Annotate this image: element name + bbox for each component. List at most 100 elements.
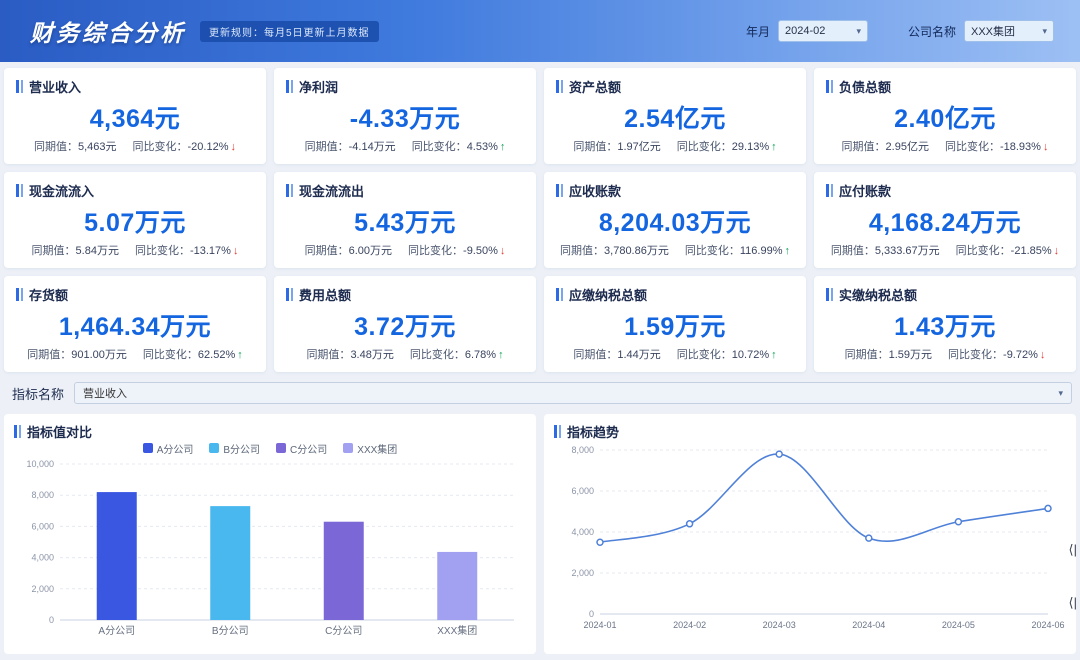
kpi-card: 净利润 -4.33万元 同期值：-4.14万元 同比变化：4.53%↑	[274, 68, 536, 164]
legend-item[interactable]: C分公司	[276, 441, 327, 456]
svg-text:0: 0	[589, 609, 594, 619]
panel-collapse-left-icon[interactable]: ⟨|	[1069, 543, 1077, 556]
chevron-down-icon: ▾	[1058, 388, 1063, 399]
kpi-prev-label: 同期值：	[560, 245, 604, 257]
trend-arrow-icon: ↓	[1054, 245, 1060, 257]
kpi-footer: 同期值：2.95亿元 同比变化：-18.93%↓	[826, 138, 1064, 154]
month-select-value: 2024-02	[785, 25, 825, 37]
svg-text:XXX集团: XXX集团	[437, 624, 477, 637]
bar-chart-svg[interactable]: 02,0004,0006,0008,00010,000A分公司B分公司C分公司X…	[14, 456, 526, 644]
kpi-title-row: 应收账款	[556, 181, 794, 200]
kpi-yoy-value: -9.72%	[1003, 349, 1038, 361]
kpi-footer: 同期值：3.48万元 同比变化：6.78%↑	[286, 346, 524, 362]
svg-text:C分公司: C分公司	[325, 625, 362, 637]
kpi-prev-value: 3,780.86万元	[604, 245, 669, 257]
svg-text:4,000: 4,000	[31, 553, 54, 563]
legend-item[interactable]: B分公司	[209, 441, 260, 456]
trend-arrow-icon: ↓	[231, 141, 237, 153]
chevron-down-icon: ▾	[1042, 26, 1047, 37]
kpi-footer: 同期值：5,333.67万元 同比变化：-21.85%↓	[826, 242, 1064, 258]
kpi-card: 应收账款 8,204.03万元 同期值：3,780.86万元 同比变化：116.…	[544, 172, 806, 268]
kpi-yoy-value: -20.12%	[188, 141, 229, 153]
trend-arrow-icon: ↑	[500, 141, 506, 153]
kpi-value: 8,204.03万元	[556, 203, 794, 239]
data-point-2024-02[interactable]	[687, 521, 693, 527]
line-chart-panel: 指标趋势 02,0004,0006,0008,0002024-012024-02…	[544, 414, 1076, 654]
trend-arrow-icon: ↓	[1040, 349, 1046, 361]
bar-XXX集团[interactable]	[437, 552, 477, 620]
kpi-value: 4,364元	[16, 99, 254, 135]
kpi-prev-label: 同期值：	[845, 349, 889, 361]
kpi-value: 5.07万元	[16, 203, 254, 239]
title-accent-bars-icon	[826, 80, 833, 93]
svg-text:2024-06: 2024-06	[1031, 620, 1064, 630]
kpi-yoy-value: 116.99%	[740, 245, 783, 257]
legend-item[interactable]: A分公司	[143, 441, 194, 456]
indicator-label: 指标名称	[12, 384, 64, 403]
kpi-title-row: 营业收入	[16, 77, 254, 96]
bar-chart-panel: 指标值对比 A分公司B分公司C分公司XXX集团 02,0004,0006,000…	[4, 414, 536, 654]
kpi-card: 营业收入 4,364元 同期值：5,463元 同比变化：-20.12%↓	[4, 68, 266, 164]
kpi-yoy: 同比变化：62.52%↑	[143, 346, 243, 362]
svg-text:10,000: 10,000	[26, 459, 54, 469]
kpi-title-row: 资产总额	[556, 77, 794, 96]
kpi-yoy: 同比变化：6.78%↑	[410, 346, 504, 362]
svg-text:4,000: 4,000	[571, 527, 594, 537]
kpi-footer: 同期值：6.00万元 同比变化：-9.50%↓	[286, 242, 524, 258]
company-select[interactable]: XXX集团 ▾	[964, 20, 1054, 42]
kpi-yoy-value: -9.50%	[463, 245, 498, 257]
panel-collapse-left-icon[interactable]: ⟨|	[1069, 596, 1077, 609]
kpi-footer: 同期值：1.44万元 同比变化：10.72%↑	[556, 346, 794, 362]
month-select[interactable]: 2024-02 ▾	[778, 20, 868, 42]
kpi-yoy-label: 同比变化：	[956, 245, 1011, 257]
data-point-2024-04[interactable]	[866, 535, 872, 541]
kpi-yoy-label: 同比变化：	[143, 349, 198, 361]
kpi-prev-label: 同期值：	[573, 349, 617, 361]
kpi-title-row: 现金流流入	[16, 181, 254, 200]
kpi-card: 应付账款 4,168.24万元 同期值：5,333.67万元 同比变化：-21.…	[814, 172, 1076, 268]
trend-arrow-icon: ↑	[498, 349, 504, 361]
kpi-prev-label: 同期值：	[306, 349, 350, 361]
data-point-2024-05[interactable]	[955, 519, 961, 525]
bar-A分公司[interactable]	[97, 492, 137, 620]
kpi-yoy-label: 同比变化：	[677, 141, 732, 153]
kpi-yoy: 同比变化：-21.85%↓	[956, 242, 1059, 258]
kpi-prev-label: 同期值：	[573, 141, 617, 153]
legend-item[interactable]: XXX集团	[343, 441, 397, 456]
svg-text:2024-04: 2024-04	[852, 620, 885, 630]
bar-C分公司[interactable]	[324, 522, 364, 620]
kpi-prev-value: 3.48万元	[350, 349, 393, 361]
kpi-title: 实缴纳税总额	[839, 285, 917, 304]
kpi-title: 资产总额	[569, 77, 621, 96]
bar-chart-title: 指标值对比	[27, 422, 92, 441]
kpi-title-row: 费用总额	[286, 285, 524, 304]
line-chart-svg[interactable]: 02,0004,0006,0008,0002024-012024-022024-…	[554, 440, 1066, 640]
kpi-prev-value: 901.00万元	[71, 349, 127, 361]
kpi-yoy-value: 4.53%	[467, 141, 498, 153]
kpi-prev: 同期值：-4.14万元	[305, 138, 396, 154]
kpi-yoy: 同比变化：116.99%↑	[685, 242, 790, 258]
kpi-value: 2.40亿元	[826, 99, 1064, 135]
kpi-card: 现金流流入 5.07万元 同期值：5.84万元 同比变化：-13.17%↓	[4, 172, 266, 268]
kpi-prev-value: 1.59万元	[889, 349, 932, 361]
svg-text:2,000: 2,000	[31, 584, 54, 594]
kpi-title: 应缴纳税总额	[569, 285, 647, 304]
kpi-prev: 同期值：1.44万元	[573, 346, 660, 362]
data-point-2024-06[interactable]	[1045, 505, 1051, 511]
kpi-prev: 同期值：1.97亿元	[573, 138, 660, 154]
kpi-prev-label: 同期值：	[27, 349, 71, 361]
trend-arrow-icon: ↓	[500, 245, 506, 257]
bar-B分公司[interactable]	[210, 506, 250, 620]
kpi-value: 5.43万元	[286, 203, 524, 239]
trend-arrow-icon: ↑	[784, 245, 790, 257]
page-title: 财务综合分析	[30, 14, 186, 48]
indicator-select[interactable]: 营业收入 ▾	[74, 382, 1072, 404]
kpi-prev: 同期值：5,463元	[34, 138, 117, 154]
data-point-2024-01[interactable]	[597, 539, 603, 545]
svg-text:2024-02: 2024-02	[673, 620, 706, 630]
company-filter-group: 公司名称 XXX集团 ▾	[908, 20, 1054, 42]
kpi-yoy: 同比变化：-18.93%↓	[945, 138, 1048, 154]
data-point-2024-03[interactable]	[776, 451, 782, 457]
kpi-prev-value: 5,463元	[78, 141, 117, 153]
kpi-title-row: 应付账款	[826, 181, 1064, 200]
